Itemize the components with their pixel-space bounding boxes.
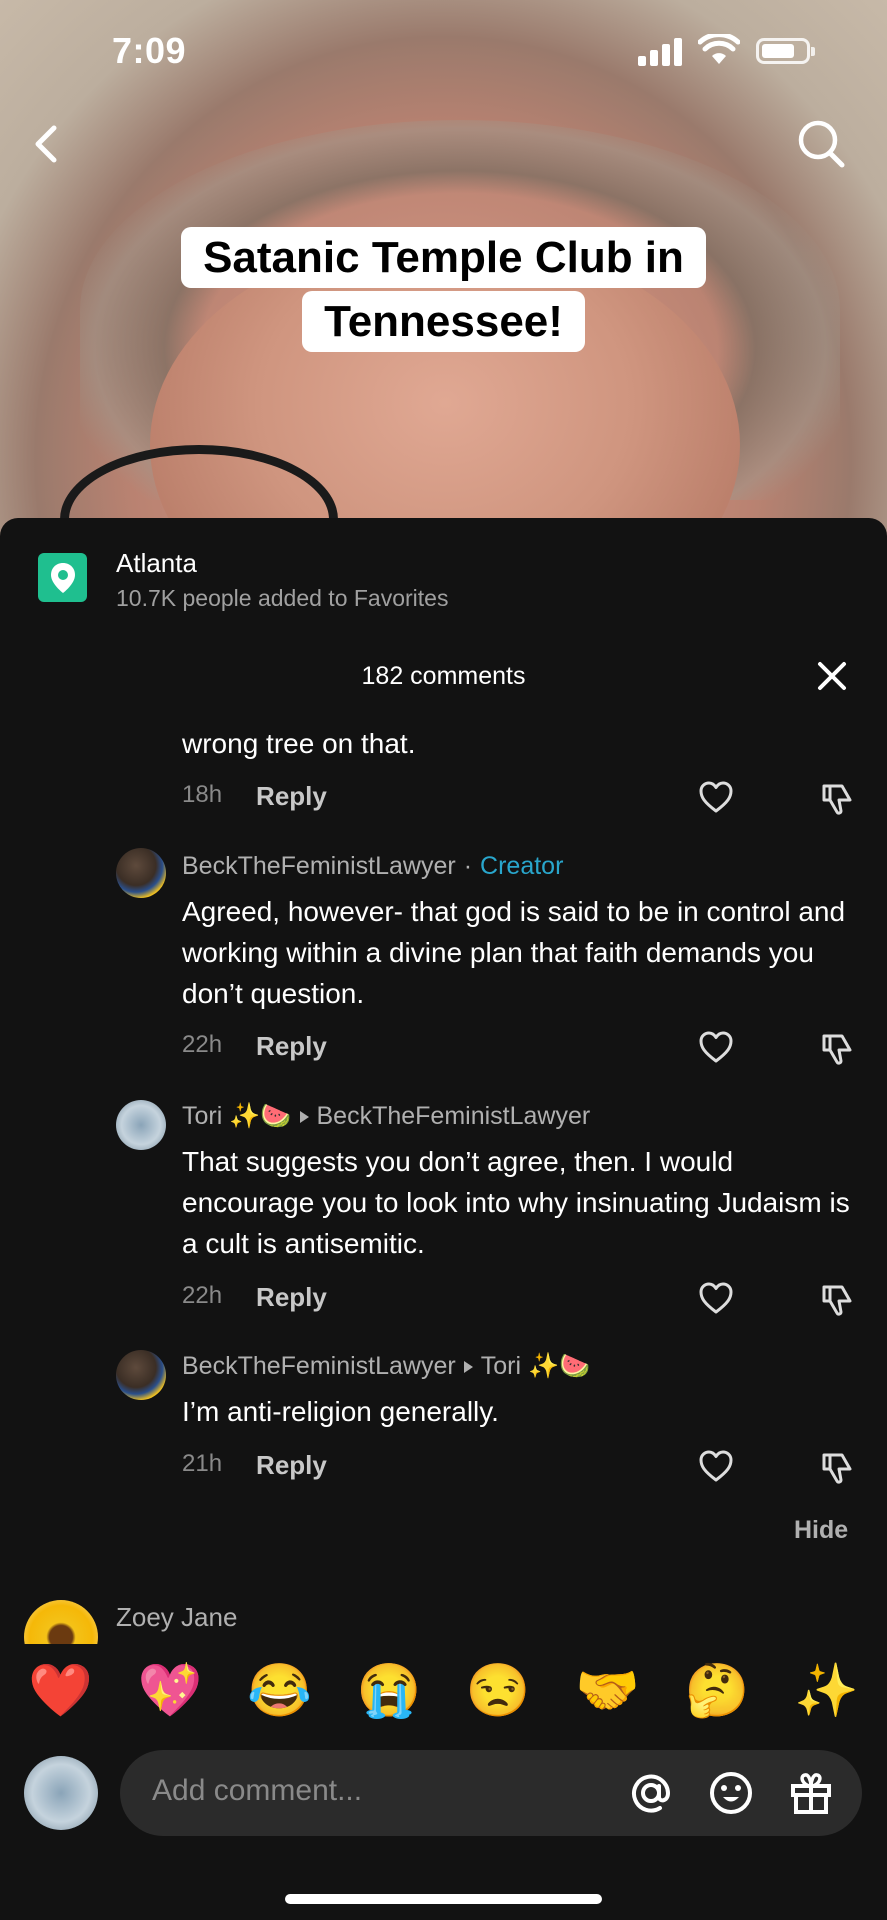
comment-text: That suggests you don’t agree, then. I w…: [182, 1146, 850, 1259]
comment-author[interactable]: BeckTheFeministLawyer Tori ✨🍉: [182, 1352, 590, 1381]
badge-separator: ·: [463, 852, 473, 880]
wifi-icon: [698, 34, 740, 64]
location-title[interactable]: Atlanta: [116, 548, 197, 579]
location-subtitle: 10.7K people added to Favorites: [116, 585, 449, 611]
location-pin-icon[interactable]: [38, 553, 87, 602]
dislike-icon[interactable]: [820, 782, 854, 816]
comment-time: 21h: [182, 1450, 223, 1477]
emoji-handshake[interactable]: 🤝: [564, 1660, 652, 1721]
comment-meta: 21h Reply: [182, 1450, 327, 1481]
emoji-sparkling-heart[interactable]: 💖: [126, 1660, 214, 1721]
reply-to-username[interactable]: BeckTheFeministLawyer: [317, 1102, 591, 1131]
emoji-thinking[interactable]: 🤔: [673, 1660, 761, 1721]
comment-text: I’m anti-religion generally.: [182, 1396, 499, 1427]
reply-button[interactable]: Reply: [256, 1282, 327, 1313]
search-icon[interactable]: [796, 118, 846, 170]
comment-time: 22h: [182, 1031, 223, 1058]
comment-input[interactable]: Add comment...: [120, 1750, 862, 1836]
comment-username[interactable]: BeckTheFeministLawyer: [182, 1352, 456, 1381]
avatar[interactable]: [24, 1756, 98, 1830]
dislike-icon[interactable]: [820, 1451, 854, 1485]
comment-meta: 18h Reply: [182, 781, 327, 812]
reply-to-username[interactable]: Tori ✨🍉: [481, 1352, 591, 1381]
home-indicator: [285, 1894, 602, 1904]
quick-emoji-bar: ❤️ 💖 😂 😭 😒 🤝 🤔 ✨: [0, 1644, 887, 1736]
gift-icon[interactable]: [788, 1770, 834, 1816]
battery-icon: [756, 38, 815, 64]
avatar[interactable]: [116, 1100, 166, 1150]
emoji-joy[interactable]: 😂: [235, 1660, 323, 1721]
heart-icon[interactable]: [698, 780, 734, 814]
emoji-heart[interactable]: ❤️: [17, 1660, 105, 1721]
comment-meta: 22h Reply: [182, 1031, 327, 1062]
comments-count: 182 comments: [361, 662, 526, 690]
comment-text: Agreed, however- that god is said to be …: [182, 896, 846, 1009]
back-chevron-icon[interactable]: [26, 120, 66, 168]
avatar[interactable]: [116, 1350, 166, 1400]
reply-arrow-icon: [463, 1360, 473, 1373]
close-icon[interactable]: [816, 660, 848, 692]
emoji-sparkles[interactable]: ✨: [782, 1660, 870, 1721]
signal-icon: [638, 36, 682, 66]
comments-sheet: Atlanta 10.7K people added to Favorites …: [0, 518, 887, 1920]
heart-icon[interactable]: [698, 1281, 734, 1315]
heart-icon[interactable]: [698, 1030, 734, 1064]
comment-username[interactable]: Tori ✨🍉: [182, 1102, 292, 1131]
comment-time: 22h: [182, 1282, 223, 1309]
comment-meta: 22h Reply: [182, 1282, 327, 1313]
reply-arrow-icon: [299, 1110, 309, 1123]
caption-line-1: Satanic Temple Club in: [181, 227, 706, 288]
hide-replies-button[interactable]: Hide: [794, 1516, 848, 1545]
status-bar: 7:09: [0, 0, 887, 100]
reply-button[interactable]: Reply: [256, 1450, 327, 1481]
status-time: 7:09: [112, 30, 187, 71]
comment-text: wrong tree on that.: [182, 728, 416, 759]
emoji-sob[interactable]: 😭: [345, 1660, 433, 1721]
comment-author[interactable]: Tori ✨🍉 BeckTheFeministLawyer: [182, 1102, 590, 1131]
heart-icon[interactable]: [698, 1449, 734, 1483]
comment-author[interactable]: BeckTheFeministLawyer · Creator: [182, 852, 563, 881]
avatar[interactable]: [116, 848, 166, 898]
comment-username[interactable]: BeckTheFeministLawyer: [182, 852, 456, 881]
comment-username[interactable]: Zoey Jane: [116, 1602, 237, 1633]
at-icon[interactable]: [628, 1770, 674, 1816]
caption-line-2: Tennessee!: [302, 291, 585, 352]
emoji-face-icon[interactable]: [708, 1770, 754, 1816]
emoji-unamused[interactable]: 😒: [454, 1660, 542, 1721]
reply-button[interactable]: Reply: [256, 781, 327, 812]
comment-time: 18h: [182, 781, 223, 808]
creator-badge: Creator: [480, 852, 564, 880]
dislike-icon[interactable]: [820, 1032, 854, 1066]
video-caption: Satanic Temple Club in Tennessee!: [0, 227, 887, 352]
comment-input-placeholder[interactable]: Add comment...: [152, 1774, 362, 1808]
reply-button[interactable]: Reply: [256, 1031, 327, 1062]
comment-input-row: Add comment...: [0, 1750, 887, 1840]
dislike-icon[interactable]: [820, 1283, 854, 1317]
